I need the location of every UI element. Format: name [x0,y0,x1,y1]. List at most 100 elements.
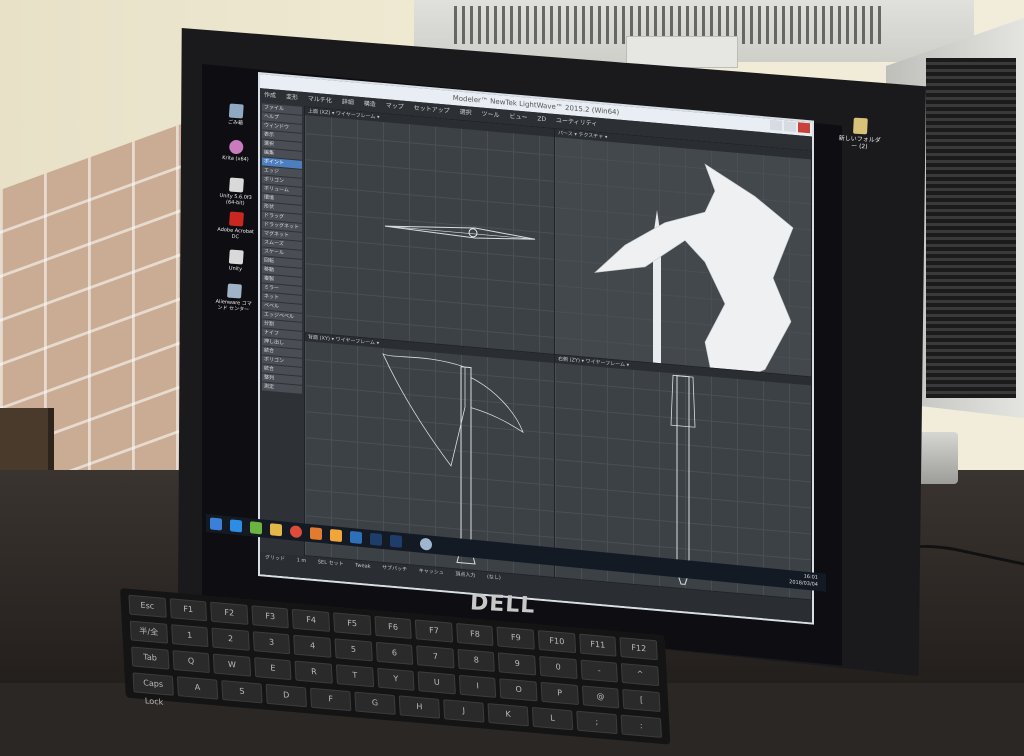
keyboard-key[interactable]: F2 [210,601,249,625]
viewport-top[interactable]: 上面 (XZ) ▾ ワイヤーフレーム ▾ [304,106,556,357]
keyboard-key[interactable]: [ [622,688,661,713]
photoshop-icon[interactable] [390,534,402,548]
app-icon[interactable] [330,528,342,543]
keyboard-key[interactable]: F9 [496,626,535,650]
status-item: グリッド [265,554,286,563]
keyboard-key[interactable]: ; [576,710,618,735]
keyboard-key[interactable]: F10 [537,630,576,654]
keyboard-key[interactable]: T [335,664,374,688]
desktop-icon-label: Adobe Acrobat DC [217,226,255,241]
keyboard-key[interactable]: 8 [457,648,496,673]
keyboard-key[interactable]: Caps Lock [132,672,174,707]
keyboard-key[interactable]: W [213,653,252,677]
keyboard-key[interactable]: G [354,691,396,715]
menu-tab[interactable]: セットアップ [414,105,450,115]
monitor-logo: DELL [469,590,536,619]
desktop-icon-acrobat[interactable]: Adobe Acrobat DC [215,211,257,242]
keyboard-key[interactable]: K [487,703,529,727]
store-icon[interactable] [250,521,262,535]
keyboard-key[interactable]: E [253,657,292,681]
keyboard-key[interactable]: P [540,681,579,705]
keyboard-key[interactable]: F6 [374,615,413,640]
status-item[interactable]: サブパッチ [382,565,407,573]
keyboard-key[interactable]: L [531,706,574,731]
keyboard-key[interactable]: F4 [292,608,331,632]
status-item: 1 m [296,557,307,565]
keyboard-key[interactable]: F3 [251,605,290,629]
menu-tab[interactable]: マップ [386,102,404,111]
keyboard-key[interactable]: 3 [252,631,291,655]
menu-tab[interactable]: ユーティリティ [556,117,597,128]
status-item[interactable]: (なし) [487,574,501,581]
window-controls [770,119,810,134]
status-item[interactable]: SEL セット [318,559,344,567]
desktop-icon-alienware[interactable]: Alienware コマンド センター [213,283,255,314]
maximize-button[interactable] [784,121,796,133]
keyboard-key[interactable]: Tab [131,646,170,670]
menu-tab[interactable]: 構造 [364,100,376,108]
menu-tab[interactable]: マルチ化 [308,95,332,104]
viewport-perspective[interactable]: パース ▾ テクスチャ ▾ [554,127,812,379]
keyboard-key[interactable]: 9 [498,652,537,676]
folder-icon [853,117,868,135]
keyboard-key[interactable]: I [458,674,497,698]
status-item[interactable]: 頂点入力 [455,571,475,579]
globe-icon[interactable] [420,537,432,551]
keyboard-key[interactable]: : [620,714,662,738]
keyboard-key[interactable]: D [265,683,308,708]
keyboard-key[interactable]: F [309,687,352,712]
keyboard-key[interactable]: 6 [375,641,414,665]
explorer-icon[interactable] [270,523,282,537]
keyboard-key[interactable]: @ [581,685,620,709]
keyboard-key[interactable]: F12 [619,637,658,661]
keyboard-key[interactable]: F11 [578,633,617,657]
status-item[interactable]: Tweak [355,563,370,570]
keyboard-key[interactable]: S [221,680,263,704]
keyboard-key[interactable]: F5 [333,612,372,636]
keyboard-key[interactable]: Esc [128,594,167,618]
menu-tab[interactable]: 詳細 [342,98,354,106]
minimize-button[interactable] [770,119,782,131]
photoshop-icon[interactable] [370,532,382,546]
keyboard-key[interactable]: 5 [334,638,373,662]
desktop-icon-unity-56[interactable]: Unity 5.6.0f3 (64-bit) [215,177,257,208]
lightwave-icon[interactable] [350,530,362,545]
keyboard-key[interactable]: Q [172,650,211,674]
keyboard-key[interactable]: 2 [211,627,250,651]
menu-tab[interactable]: 作成 [264,92,276,100]
menu-tab[interactable]: 選択 [460,109,472,117]
recycle-bin-icon [228,103,244,119]
keyboard-key[interactable]: J [443,699,485,723]
media-icon[interactable] [310,527,322,541]
menu-tab[interactable]: 変形 [286,93,298,101]
menu-tab[interactable]: ビュー [509,113,527,122]
edge-icon[interactable] [230,519,242,533]
status-item[interactable]: キャッシュ [419,568,444,576]
desktop-icon-new-folder[interactable]: 新しいフォルダー (2) [837,117,883,151]
keyboard-key[interactable]: Y [376,667,415,691]
keyboard-key[interactable]: 7 [416,645,455,669]
desktop-icon-recycle-bin[interactable]: ごみ箱 [215,103,256,128]
keyboard-key[interactable]: F7 [415,619,454,643]
desktop-icon-unity[interactable]: Unity [215,249,256,274]
menu-tab[interactable]: ツール [482,111,500,120]
keyboard-key[interactable]: F1 [169,598,208,622]
keyboard-key[interactable]: 0 [539,655,578,680]
close-button[interactable] [798,122,810,134]
keyboard-key[interactable]: - [580,659,619,683]
keyboard-key[interactable]: O [499,678,538,702]
keyboard-key[interactable]: 半/全 [129,620,168,644]
keyboard-key[interactable]: A [176,676,219,700]
keyboard-key[interactable]: F8 [456,622,494,647]
back-monitor-stem [626,36,738,68]
keyboard-key[interactable]: R [294,660,333,684]
keyboard-key[interactable]: H [398,695,441,719]
keyboard-key[interactable]: 4 [293,634,332,658]
back-monitor [414,0,974,68]
keyboard-key[interactable]: 1 [170,624,209,648]
system-tray-clock[interactable]: 16:01 2018/03/04 [789,572,818,589]
chrome-icon[interactable] [290,525,302,539]
start-icon[interactable] [210,517,222,531]
menu-tab[interactable]: ZD [537,115,546,123]
desktop-icon-krita[interactable]: Krita (x64) [215,139,256,164]
